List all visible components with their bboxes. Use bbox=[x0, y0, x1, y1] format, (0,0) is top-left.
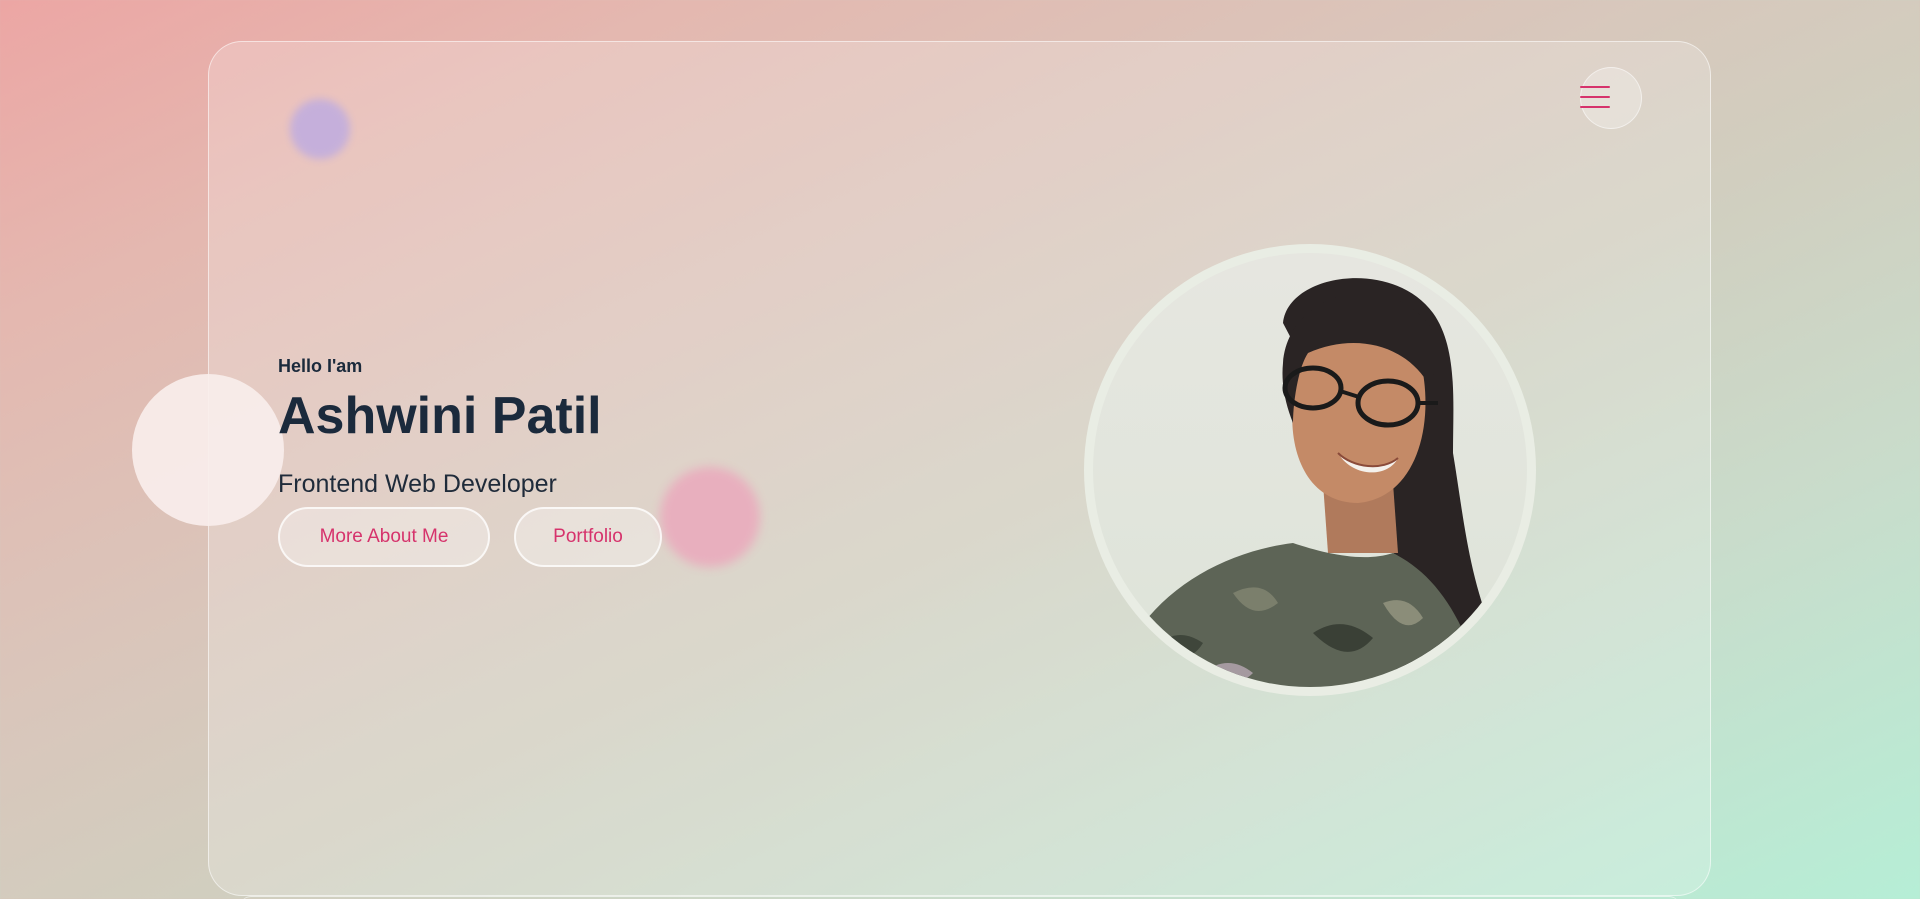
profile-photo-frame bbox=[1084, 244, 1536, 696]
portrait-illustration bbox=[1113, 278, 1493, 687]
hero-intro: Hello I'am Ashwini Patil Frontend Web De… bbox=[278, 354, 602, 498]
portfolio-button[interactable]: Portfolio bbox=[514, 507, 662, 567]
greeting-text: Hello I'am bbox=[278, 356, 363, 376]
hamburger-menu-icon bbox=[1580, 86, 1610, 88]
hero-role: Frontend Web Developer bbox=[278, 470, 557, 498]
profile-photo bbox=[1093, 253, 1527, 687]
menu-button[interactable] bbox=[1580, 67, 1642, 129]
hamburger-line bbox=[1580, 106, 1610, 108]
more-about-me-button[interactable]: More About Me bbox=[278, 507, 490, 567]
hamburger-line bbox=[1580, 96, 1610, 98]
hero-actions: More About Me Portfolio bbox=[278, 507, 662, 567]
decorative-white-blob bbox=[132, 374, 284, 526]
hero-name: Ashwini Patil bbox=[278, 387, 602, 445]
